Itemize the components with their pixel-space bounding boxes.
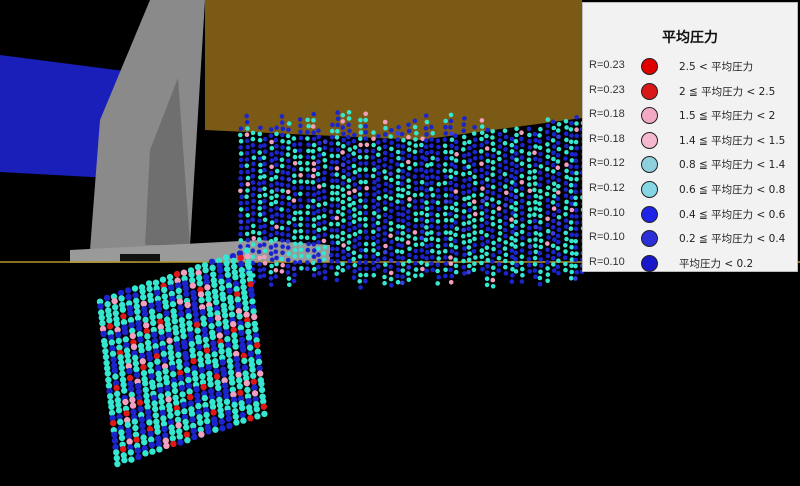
legend-label: 2 ≦ 平均圧力 < 2.5 [679,85,776,98]
legend-label: 2.5 < 平均圧力 [679,61,754,73]
legend-radius: R=0.12 [589,157,625,170]
legend: 平均圧力 R=0.23 2.5 < 平均圧力 R=0.23 2 ≦ 平均圧力 < 2.… [582,2,798,272]
legend-radius: R=0.18 [589,132,625,145]
legend-radius: R=0.18 [589,108,625,121]
legend-label: 平均圧力 < 0.2 [679,257,754,270]
legend-swatch [641,156,658,174]
legend-label: 0.6 ≦ 平均圧力 < 0.8 [679,184,786,196]
legend-item: R=0.10 平均圧力 < 0.2 [583,252,797,276]
legend-swatch [641,82,658,100]
legend-item: R=0.18 1.4 ≦ 平均圧力 < 1.5 [583,129,797,153]
legend-item: R=0.18 1.5 ≦ 平均圧力 < 2 [583,104,797,128]
legend-label: 1.5 ≦ 平均圧力 < 2 [679,110,776,123]
legend-swatch [641,131,658,149]
legend-item: R=0.23 2.5 < 平均圧力 [583,55,797,79]
legend-radius: R=0.10 [589,206,625,219]
legend-label: 0.4 ≦ 平均圧力 < 0.6 [679,208,786,221]
legend-radius: R=0.12 [589,182,625,194]
legend-radius: R=0.23 [589,83,625,96]
legend-item: R=0.12 0.6 ≦ 平均圧力 < 0.8 [583,178,797,202]
legend-swatch [641,181,658,198]
legend-swatch [641,205,658,223]
legend-radius: R=0.23 [589,59,625,71]
dark-block [120,254,160,262]
legend-swatch [641,58,658,75]
legend-swatch [641,254,658,272]
legend-item: R=0.10 0.4 ≦ 平均圧力 < 0.6 [583,203,797,227]
legend-label: 1.4 ≦ 平均圧力 < 1.5 [679,134,786,147]
legend-item: R=0.10 0.2 ≦ 平均圧力 < 0.4 [583,227,797,251]
legend-item: R=0.23 2 ≦ 平均圧力 < 2.5 [583,80,797,104]
brown-plane [205,0,582,140]
legend-radius: R=0.10 [589,255,625,268]
legend-label: 0.8 ≦ 平均圧力 < 1.4 [679,159,786,172]
legend-radius: R=0.10 [589,231,625,244]
legend-swatch [641,230,658,248]
legend-label: 0.2 ≦ 平均圧力 < 0.4 [679,233,786,246]
legend-swatch [641,107,658,125]
legend-item: R=0.12 0.8 ≦ 平均圧力 < 1.4 [583,153,797,177]
legend-title: 平均圧力 [662,30,718,46]
